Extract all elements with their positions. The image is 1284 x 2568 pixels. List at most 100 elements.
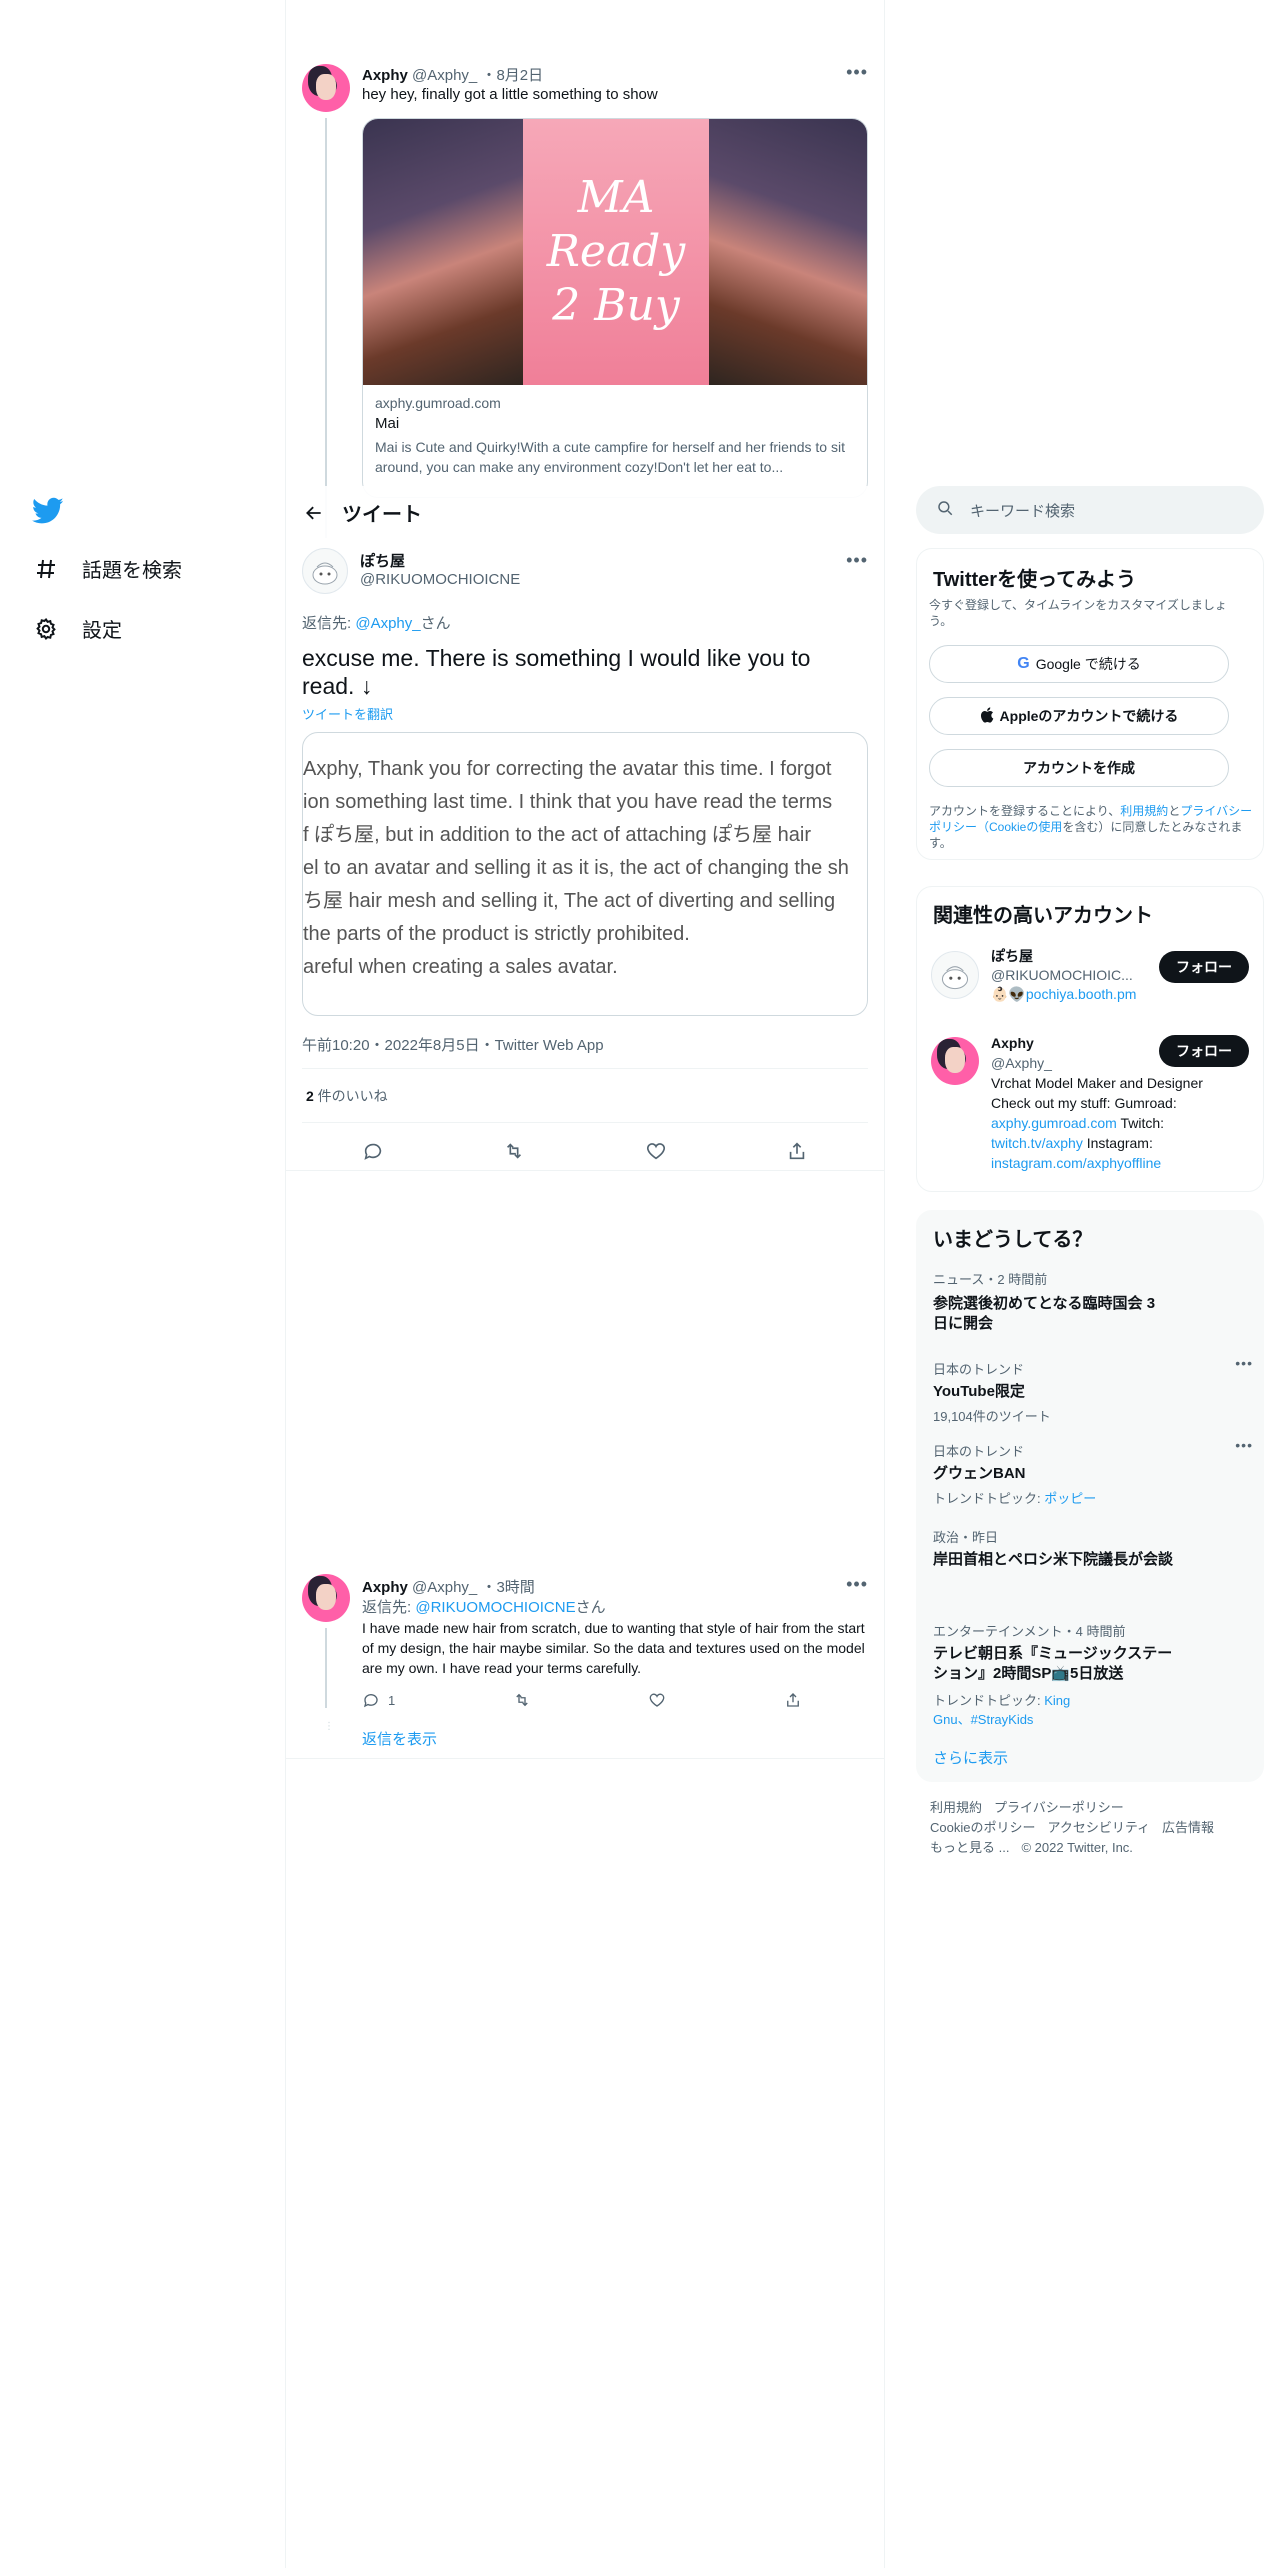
- trend-category: エンターテインメント・4 時間前: [933, 1624, 1126, 1639]
- trend-topic-link[interactable]: ポッピー: [1044, 1491, 1096, 1506]
- trends-panel: いまどうしてる？ ニュース・2 時間前 参院選後初めてとなる臨時国会 3 日に開…: [916, 1210, 1264, 1782]
- likes-count[interactable]: 2 件のいいね: [306, 1086, 388, 1106]
- trend-category: 日本のトレンド: [933, 1362, 1025, 1377]
- author-handle[interactable]: @Axphy_: [412, 1579, 477, 1596]
- reply-icon: [363, 1694, 378, 1708]
- action-bar: 1: [362, 1686, 802, 1714]
- heart-icon[interactable]: [648, 1691, 666, 1709]
- account-item[interactable]: Axphy @Axphy_ Vrchat Model Maker and Des…: [917, 1033, 1265, 1183]
- account-bio: Vrchat Model Maker and Designer Check ou…: [991, 1073, 1221, 1173]
- nav-item-settings[interactable]: 設定: [32, 614, 122, 643]
- nav-item-explore[interactable]: 話題を検索: [32, 554, 182, 583]
- footer-link[interactable]: 利用規約: [930, 1800, 982, 1815]
- divider: [286, 1758, 884, 1759]
- show-replies-link[interactable]: 返信を表示: [362, 1728, 437, 1749]
- terms-link[interactable]: 利用規約: [1120, 804, 1168, 818]
- show-more-link[interactable]: さらに表示: [933, 1747, 1008, 1768]
- footer-more-link[interactable]: もっと見る ...: [930, 1840, 1009, 1855]
- trend-item[interactable]: 日本のトレンド グウェンBAN トレンドトピック: ポッピー •••: [933, 1437, 1253, 1507]
- arrow-left-icon[interactable]: [286, 503, 342, 523]
- create-account-button[interactable]: アカウントを作成: [929, 749, 1229, 787]
- tweet-date[interactable]: ・8月2日: [481, 67, 543, 84]
- more-icon[interactable]: •••: [1235, 1355, 1253, 1371]
- follow-button[interactable]: フォロー: [1159, 1035, 1249, 1067]
- footer-link[interactable]: アクセシビリティ: [1047, 1820, 1150, 1835]
- bio-link[interactable]: twitch.tv/axphy: [991, 1135, 1083, 1151]
- reply-handle-link[interactable]: @RIKUOMOCHIOICNE: [415, 1599, 575, 1616]
- link-card[interactable]: MA Ready 2 Buy axphy.gumroad.com Mai Mai…: [362, 118, 868, 498]
- avatar[interactable]: [931, 951, 979, 999]
- trend-meta: トレンドトピック:: [933, 1491, 1045, 1506]
- translate-link[interactable]: ツイートを翻訳: [302, 704, 393, 723]
- trend-category: 政治・昨日: [933, 1530, 999, 1545]
- bio-link[interactable]: instagram.com/axphyoffline: [991, 1155, 1161, 1171]
- footer-link[interactable]: プライバシーポリシー: [994, 1800, 1124, 1815]
- card-image: MA Ready 2 Buy: [363, 119, 867, 385]
- apple-button-label: Appleのアカウントで続ける: [999, 708, 1179, 724]
- twitter-bird-icon[interactable]: [31, 497, 64, 525]
- author-handle[interactable]: @Axphy_: [412, 67, 477, 84]
- author-handle[interactable]: @RIKUOMOCHIOICNE: [360, 571, 520, 588]
- trend-item[interactable]: ニュース・2 時間前 参院選後初めてとなる臨時国会 3 日に開会: [933, 1269, 1173, 1334]
- retweet-icon[interactable]: [503, 1140, 525, 1162]
- trends-title: いまどうしてる？: [933, 1229, 1093, 1251]
- author-name[interactable]: ぽち屋: [360, 550, 520, 571]
- trend-item[interactable]: エンターテインメント・4 時間前 テレビ朝日系『ミュージックステーション』2時間…: [933, 1621, 1173, 1728]
- footer-link[interactable]: 広告情報: [1162, 1820, 1214, 1835]
- search-box[interactable]: キーワード検索: [916, 486, 1264, 534]
- heart-icon[interactable]: [645, 1140, 667, 1162]
- reply-prefix: 返信先:: [302, 615, 356, 632]
- create-button-label: アカウントを作成: [1023, 760, 1135, 776]
- trend-item[interactable]: 日本のトレンド YouTube限定 19,104件のツイート •••: [933, 1355, 1253, 1425]
- likes-number: 2: [306, 1088, 314, 1104]
- more-icon[interactable]: •••: [1235, 1437, 1253, 1453]
- related-title: 関連性の高いアカウント: [933, 905, 1153, 927]
- related-accounts-panel: 関連性の高いアカウント ぽち屋 @RIKUOMOCHIOIC... 👶🏻👽poc…: [916, 886, 1264, 1192]
- avatar[interactable]: [302, 548, 348, 594]
- account-item[interactable]: ぽち屋 @RIKUOMOCHIOIC... 👶🏻👽pochiya.booth.p…: [917, 945, 1265, 1025]
- reply-count: 1: [388, 1692, 396, 1708]
- tweet-timestamp[interactable]: 午前10:20・2022年8月5日・Twitter Web App: [302, 1034, 604, 1055]
- signup-legal: アカウントを登録することにより、利用規約とプライバシーポリシー（Cookieの使…: [929, 803, 1253, 851]
- trend-item[interactable]: 政治・昨日 岸田首相とペロシ米下院議長が会談: [933, 1527, 1173, 1570]
- reply-icon[interactable]: [362, 1140, 384, 1162]
- retweet-icon[interactable]: [513, 1691, 531, 1709]
- screenshot-line: el to an avatar and selling it as it is,…: [303, 857, 849, 879]
- bio-link[interactable]: axphy.gumroad.com: [991, 1115, 1117, 1131]
- avatar[interactable]: [302, 64, 350, 112]
- tweet-date[interactable]: ・3時間: [481, 1579, 534, 1596]
- account-handle[interactable]: @RIKUOMOCHIOIC...: [991, 966, 1136, 985]
- nav-item-label: 話題を検索: [82, 560, 182, 582]
- apple-icon: [980, 706, 994, 726]
- more-icon[interactable]: •••: [846, 550, 868, 571]
- author-name[interactable]: Axphy: [362, 1579, 408, 1596]
- signup-panel: Twitterを使ってみよう 今すぐ登録して、タイムラインをカスタマイズしましょ…: [916, 548, 1264, 860]
- footer-link[interactable]: Cookieのポリシー: [930, 1820, 1035, 1835]
- apple-signup-button[interactable]: Appleのアカウントで続ける: [929, 697, 1229, 735]
- bio-link[interactable]: pochiya.booth.pm: [1026, 986, 1137, 1002]
- trend-meta: トレンドトピック:: [933, 1693, 1045, 1708]
- search-input[interactable]: キーワード検索: [970, 500, 1075, 521]
- screenshot-line: ち屋 hair mesh and selling it, The act of …: [303, 890, 836, 912]
- parent-tweet[interactable]: Axphy @Axphy_ ・8月2日 ••• hey hey, finally…: [302, 62, 868, 538]
- reply-handle-link[interactable]: @Axphy_: [355, 615, 420, 632]
- avatar[interactable]: [302, 1574, 350, 1622]
- more-icon[interactable]: •••: [846, 1574, 868, 1595]
- follow-button[interactable]: フォロー: [1159, 951, 1249, 983]
- avatar[interactable]: [931, 1037, 979, 1085]
- more-icon[interactable]: •••: [846, 62, 868, 83]
- reply-suffix: さん: [575, 1599, 606, 1616]
- trend-category: ニュース・2 時間前: [933, 1272, 1048, 1287]
- share-icon[interactable]: [786, 1140, 808, 1162]
- google-button-label: Google で続ける: [1035, 656, 1141, 672]
- reply-tweet[interactable]: Axphy @Axphy_ ・3時間 ••• 返信先: @RIKUOMOCHIO…: [302, 1574, 868, 1754]
- screenshot-image[interactable]: Axphy, Thank you for correcting the avat…: [302, 732, 868, 1016]
- reply-button[interactable]: 1: [362, 1691, 395, 1709]
- screenshot-text: Axphy, Thank you for correcting the avat…: [303, 753, 867, 984]
- author-name[interactable]: Axphy: [362, 67, 408, 84]
- google-signup-button[interactable]: G Google で続ける: [929, 645, 1229, 683]
- bio-text: Instagram:: [1082, 1135, 1153, 1151]
- account-name[interactable]: ぽち屋: [991, 947, 1136, 966]
- share-icon[interactable]: [784, 1691, 802, 1709]
- bio-emoji: 👶🏻👽: [991, 986, 1026, 1002]
